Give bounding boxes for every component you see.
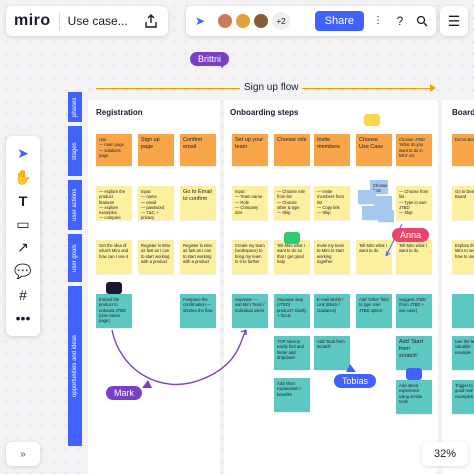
avatar[interactable] [234, 12, 252, 30]
left-toolbar: ➤ ✋ T ▭ ↗ 💬 # ••• [6, 136, 40, 336]
more-icon[interactable]: ••• [12, 307, 34, 329]
connection-line-icon[interactable]: ↗ [12, 237, 34, 259]
cursor-label-tobias: Tobias [334, 374, 377, 388]
text-tool-icon[interactable]: T [12, 190, 34, 212]
avatar[interactable] [252, 12, 270, 30]
divider [58, 12, 60, 30]
comment-bubble-icon[interactable] [364, 114, 380, 126]
collaborator-count[interactable]: +2 [272, 12, 290, 30]
magic-pointer-icon[interactable]: ➤ [192, 13, 208, 29]
cursor-label-mark: Mark [106, 386, 142, 400]
zoom-level[interactable]: 32% [422, 442, 468, 466]
top-left-bar: miro Use case... [6, 6, 168, 36]
frame-icon[interactable]: # [12, 284, 34, 306]
hand-icon[interactable]: ✋ [12, 166, 34, 188]
board-title[interactable]: Use case... [68, 14, 128, 28]
avatar[interactable] [216, 12, 234, 30]
top-right-bar: ➤ +2 Share ⫶ ? [186, 6, 436, 36]
comment-bubble-icon[interactable] [284, 232, 300, 244]
comment-icon[interactable]: 💬 [12, 260, 34, 282]
comment-bubble-icon[interactable] [406, 368, 422, 380]
settings-sliders-icon[interactable]: ⫶ [370, 13, 386, 29]
share-button[interactable]: Share [314, 11, 364, 31]
export-icon[interactable] [142, 12, 160, 30]
sticky-note-icon[interactable]: ▭ [12, 213, 34, 235]
comment-bubble-icon[interactable] [106, 282, 122, 294]
cursor-label-brittni: Brittni [190, 52, 230, 66]
search-icon[interactable] [414, 13, 430, 29]
select-cursor-icon[interactable]: ➤ [12, 143, 34, 165]
help-icon[interactable]: ? [392, 13, 408, 29]
miro-logo[interactable]: miro [14, 12, 51, 30]
cursor-label-anna: Anna [392, 228, 430, 242]
menu-icon[interactable]: ☰ [440, 6, 468, 36]
expand-panel-icon[interactable]: » [6, 442, 40, 466]
